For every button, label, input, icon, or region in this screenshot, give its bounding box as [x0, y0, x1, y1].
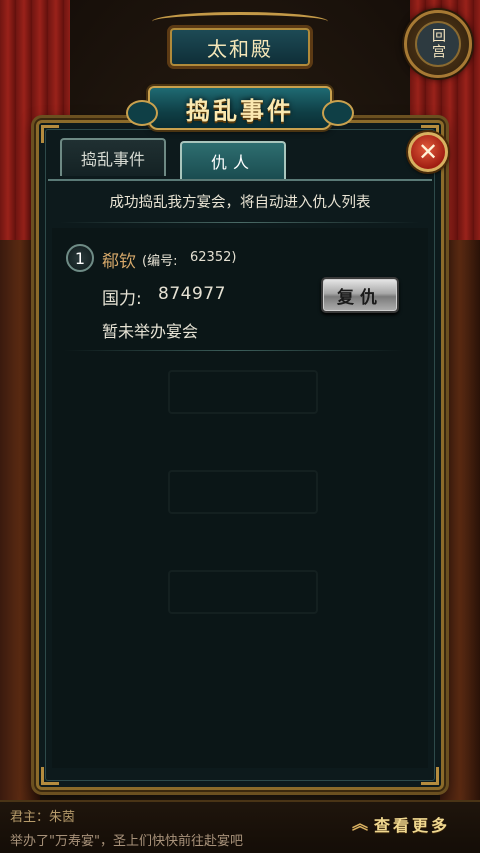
corner-ornament: [41, 125, 59, 143]
dialog-title: 捣乱事件: [186, 95, 294, 125]
tab-disruption-events[interactable]: 捣乱事件: [60, 138, 166, 176]
side-frame-right: [440, 240, 480, 800]
view-more-label: 查看更多: [374, 816, 451, 835]
background-watermark: [168, 570, 318, 614]
notice-text: 成功捣乱我方宴会，将自动进入仇人列表: [109, 194, 371, 211]
banquet-status: 暂未举办宴会: [102, 322, 199, 341]
revenge-button-label: 复仇: [337, 287, 383, 308]
revenge-button[interactable]: 复仇: [321, 277, 399, 313]
return-palace-label: 回宫: [415, 21, 461, 67]
dialog-title-banner: 捣乱事件: [126, 86, 354, 130]
enemy-name: 郗钦: [102, 252, 136, 272]
tab-enemies[interactable]: 仇人: [180, 141, 286, 179]
side-frame-left: [0, 240, 40, 800]
background-watermark: [168, 370, 318, 414]
return-palace-button[interactable]: 回宫: [404, 10, 472, 78]
hall-title-plaque: 太和殿: [152, 12, 328, 66]
close-button[interactable]: ✕: [408, 132, 448, 172]
tab-label: 仇人: [210, 153, 255, 172]
hall-title: 太和殿: [207, 36, 273, 61]
divider: [60, 222, 420, 223]
power-label: 国力:: [102, 289, 142, 309]
close-icon: ✕: [417, 138, 439, 166]
power-value: 874977: [158, 284, 226, 304]
chat-message: 举办了"万寿宴"，圣上们快快前往赴宴吧: [10, 834, 243, 849]
enemy-list-item: 1 郗钦 (编号: 62352) 国力: 874977 暂未举办宴会 复仇: [52, 236, 428, 352]
corner-ornament: [41, 767, 59, 785]
rank-badge: 1: [66, 244, 94, 272]
view-more-button[interactable]: ︽ 查看更多: [352, 808, 472, 840]
enemy-id-label: (编号:: [142, 254, 178, 269]
list-item-divider: [64, 350, 404, 351]
background-watermark: [168, 470, 318, 514]
enemy-id-value: 62352): [190, 250, 237, 265]
chat-sender: 君主：朱茵: [10, 810, 76, 825]
tab-label: 捣乱事件: [80, 150, 145, 169]
tab-underline: [48, 179, 432, 181]
corner-ornament: [421, 767, 439, 785]
double-chevron-up-icon: ︽: [352, 814, 369, 833]
